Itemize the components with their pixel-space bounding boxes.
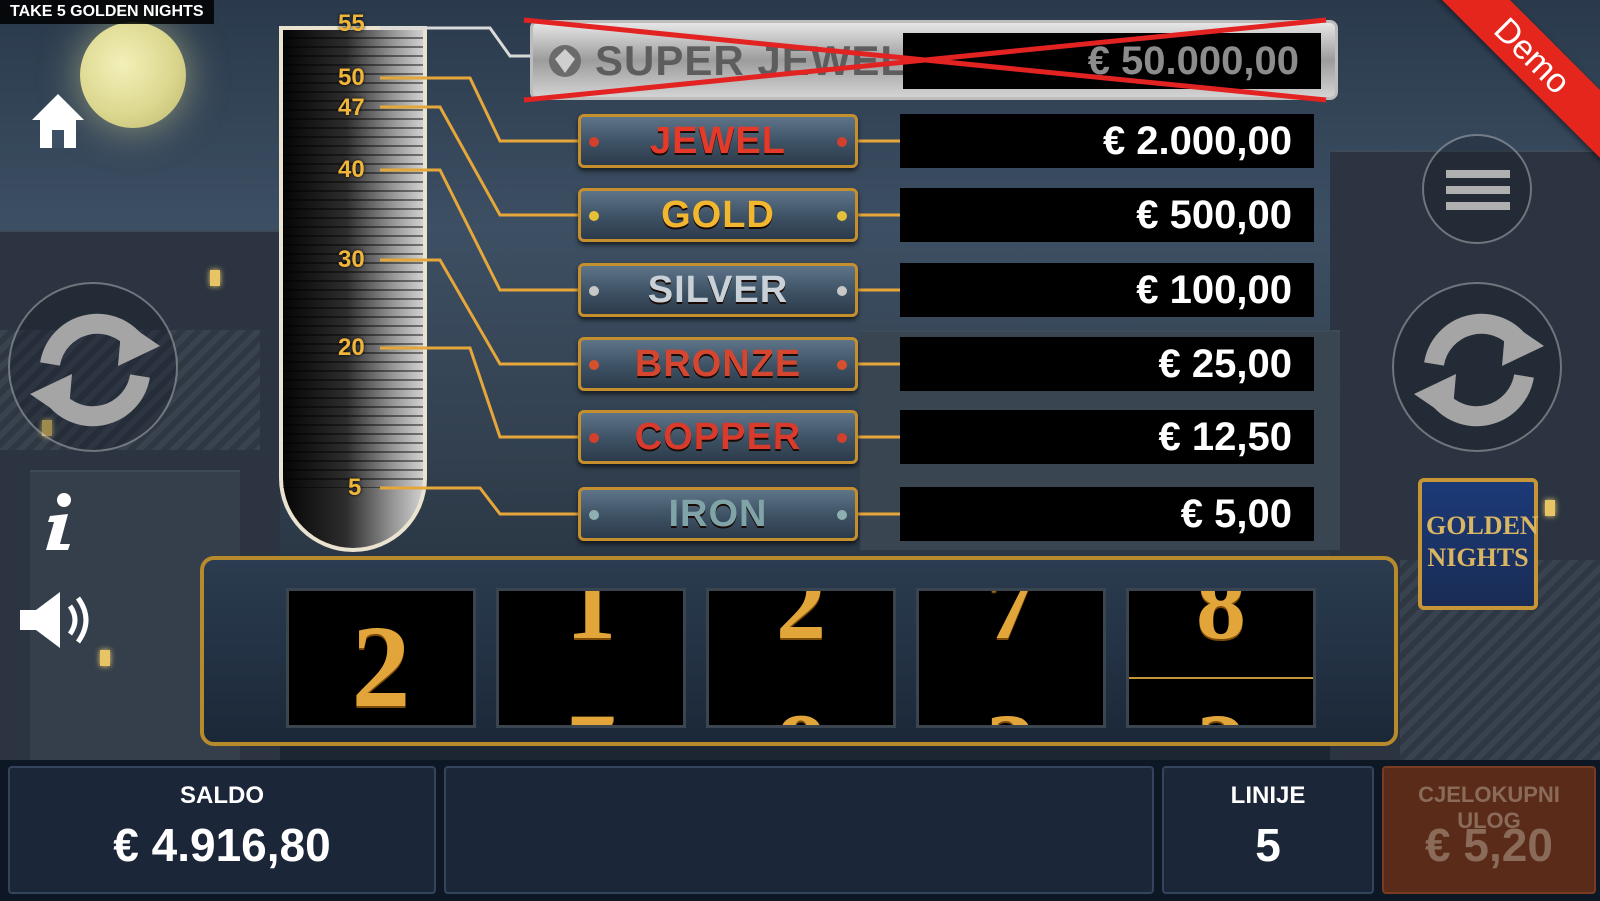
prize-gold-button: GOLD	[578, 188, 858, 242]
prize-bronze-label: BRONZE	[634, 343, 802, 385]
prize-gold-label: GOLD	[661, 194, 775, 236]
stud	[837, 510, 847, 520]
reel-3: 2 8	[706, 588, 896, 728]
prize-silver-value: € 100,00	[900, 263, 1314, 317]
reel-4: 7 3	[916, 588, 1106, 728]
cross-out-mark	[523, 17, 1327, 103]
prize-bronze-value: € 25,00	[900, 337, 1314, 391]
prize-iron-label: IRON	[668, 493, 768, 535]
balance-panel: SALDO € 4.916,80	[8, 766, 436, 894]
lines-panel[interactable]: LINIJE 5	[1162, 766, 1374, 894]
prize-iron-value: € 5,00	[900, 487, 1314, 541]
stud	[837, 286, 847, 296]
prize-gold-value: € 500,00	[900, 188, 1314, 242]
message-panel	[444, 766, 1154, 894]
stud	[837, 360, 847, 370]
prize-silver-label: SILVER	[647, 269, 789, 311]
reel-2: 1 7	[496, 588, 686, 728]
prize-jewel-label: JEWEL	[650, 120, 786, 162]
reel-5: 8 2	[1126, 588, 1316, 728]
reel-1: 2	[286, 588, 476, 728]
stud	[589, 433, 599, 443]
prize-iron-button: IRON	[578, 487, 858, 541]
prize-jewel-value: € 2.000,00	[900, 114, 1314, 168]
stud	[589, 137, 599, 147]
lines-value: 5	[1255, 819, 1281, 871]
prize-copper-value: € 12,50	[900, 410, 1314, 464]
prize-copper-button: COPPER	[578, 410, 858, 464]
stud	[589, 510, 599, 520]
prize-bronze-button: BRONZE	[578, 337, 858, 391]
stud	[837, 137, 847, 147]
reel-4-symbol-bottom: 3	[919, 691, 1103, 725]
stud	[589, 286, 599, 296]
reel-divider	[1129, 677, 1313, 679]
reel-3-symbol-top: 2	[776, 588, 826, 660]
reel-3-symbol-bottom: 8	[709, 691, 893, 725]
prize-jewel-button: JEWEL	[578, 114, 858, 168]
total-bet-value: € 5,20	[1425, 819, 1553, 871]
prize-silver-button: SILVER	[578, 263, 858, 317]
reel-1-symbol: 2	[351, 601, 411, 728]
total-bet-panel[interactable]: CJELOKUPNI ULOG € 5,20	[1382, 766, 1596, 894]
prize-copper-label: COPPER	[634, 416, 802, 458]
reel-5-symbol-top: 8	[1196, 588, 1246, 660]
stud	[837, 211, 847, 221]
balance-value: € 4.916,80	[113, 819, 331, 871]
lines-label: LINIJE	[1230, 782, 1306, 809]
stud	[837, 433, 847, 443]
reel-2-symbol-top: 1	[566, 588, 616, 660]
reel-5-symbol-bottom: 2	[1129, 691, 1313, 725]
stud	[589, 360, 599, 370]
stud	[589, 211, 599, 221]
balance-label: SALDO	[180, 782, 264, 809]
reel-4-symbol-top: 7	[986, 588, 1036, 660]
reel-2-symbol-bottom: 7	[499, 691, 683, 725]
